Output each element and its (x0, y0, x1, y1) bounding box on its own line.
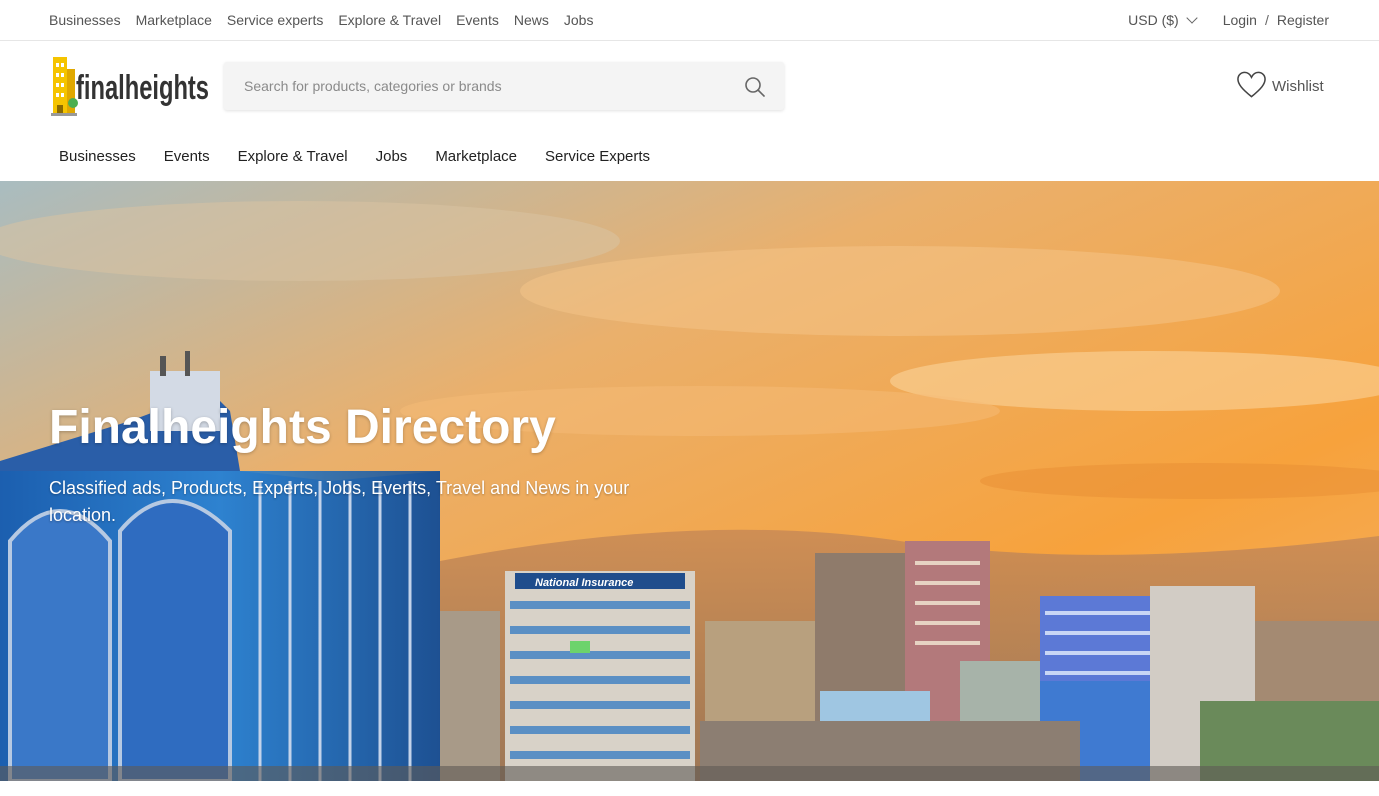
top-nav-events[interactable]: Events (456, 12, 499, 28)
top-nav-businesses[interactable]: Businesses (49, 12, 121, 28)
main-nav-businesses[interactable]: Businesses (59, 148, 136, 165)
search-icon[interactable] (744, 76, 766, 98)
login-register-separator: / (1264, 12, 1269, 28)
top-nav-marketplace[interactable]: Marketplace (136, 12, 212, 28)
currency-selector[interactable]: USD ($) (1128, 12, 1198, 28)
search-bar (224, 62, 784, 110)
account-area: USD ($) Login / Register (1128, 0, 1329, 40)
site-logo[interactable]: finalheights (51, 55, 211, 117)
top-bar: Businesses Marketplace Service experts E… (0, 0, 1379, 41)
main-nav: Businesses Events Explore & Travel Jobs … (59, 140, 650, 172)
top-nav-service-experts[interactable]: Service experts (227, 12, 323, 28)
register-link[interactable]: Register (1277, 12, 1329, 28)
top-nav-news[interactable]: News (514, 12, 549, 28)
main-nav-service-experts[interactable]: Service Experts (545, 148, 650, 165)
main-nav-explore-travel[interactable]: Explore & Travel (238, 148, 348, 165)
hero-banner: National Insurance Finalheights Director… (0, 181, 1379, 781)
top-nav: Businesses Marketplace Service experts E… (49, 0, 593, 40)
top-nav-explore-travel[interactable]: Explore & Travel (338, 12, 441, 28)
wishlist-button[interactable]: Wishlist (1236, 70, 1324, 103)
top-nav-jobs[interactable]: Jobs (564, 12, 594, 28)
hero-title: Finalheights Directory (49, 401, 556, 454)
hero-subtitle: Classified ads, Products, Experts, Jobs,… (49, 478, 630, 525)
svg-text:finalheights: finalheights (76, 69, 209, 107)
building-sign: National Insurance (535, 577, 633, 589)
heart-icon (1236, 70, 1267, 103)
main-nav-events[interactable]: Events (164, 148, 210, 165)
search-input[interactable] (224, 62, 724, 110)
login-link[interactable]: Login (1223, 12, 1257, 28)
wishlist-label: Wishlist (1272, 78, 1324, 95)
main-nav-marketplace[interactable]: Marketplace (435, 148, 517, 165)
currency-label: USD ($) (1128, 12, 1179, 28)
main-nav-jobs[interactable]: Jobs (376, 148, 408, 165)
chevron-down-icon (1186, 12, 1198, 24)
